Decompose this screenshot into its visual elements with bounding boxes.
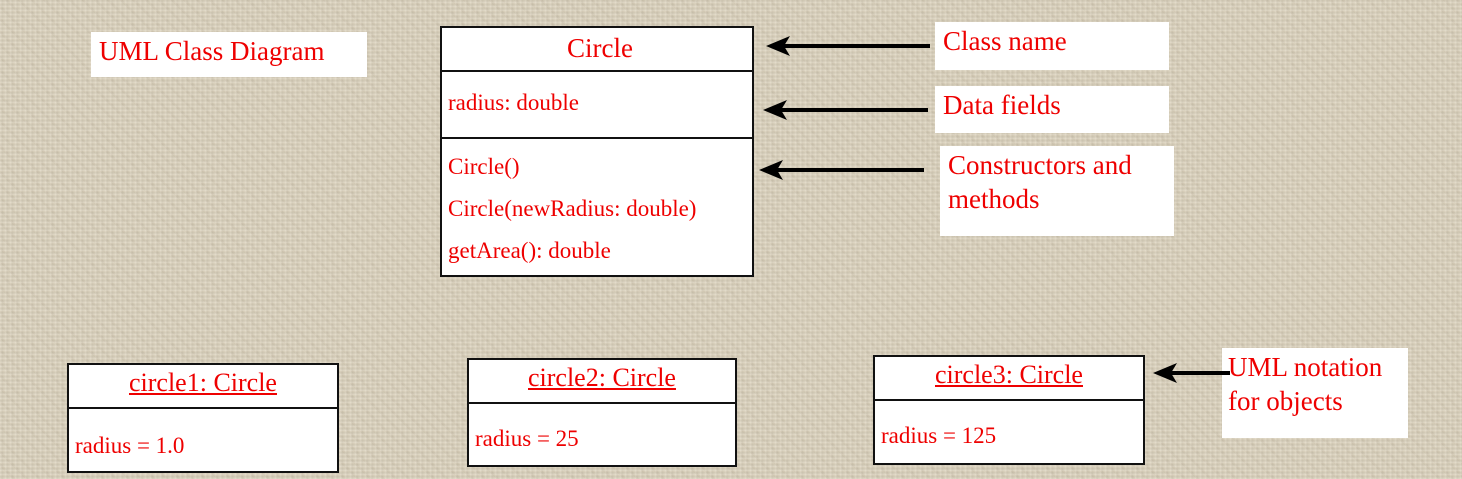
callout-arrows xyxy=(759,36,1230,383)
